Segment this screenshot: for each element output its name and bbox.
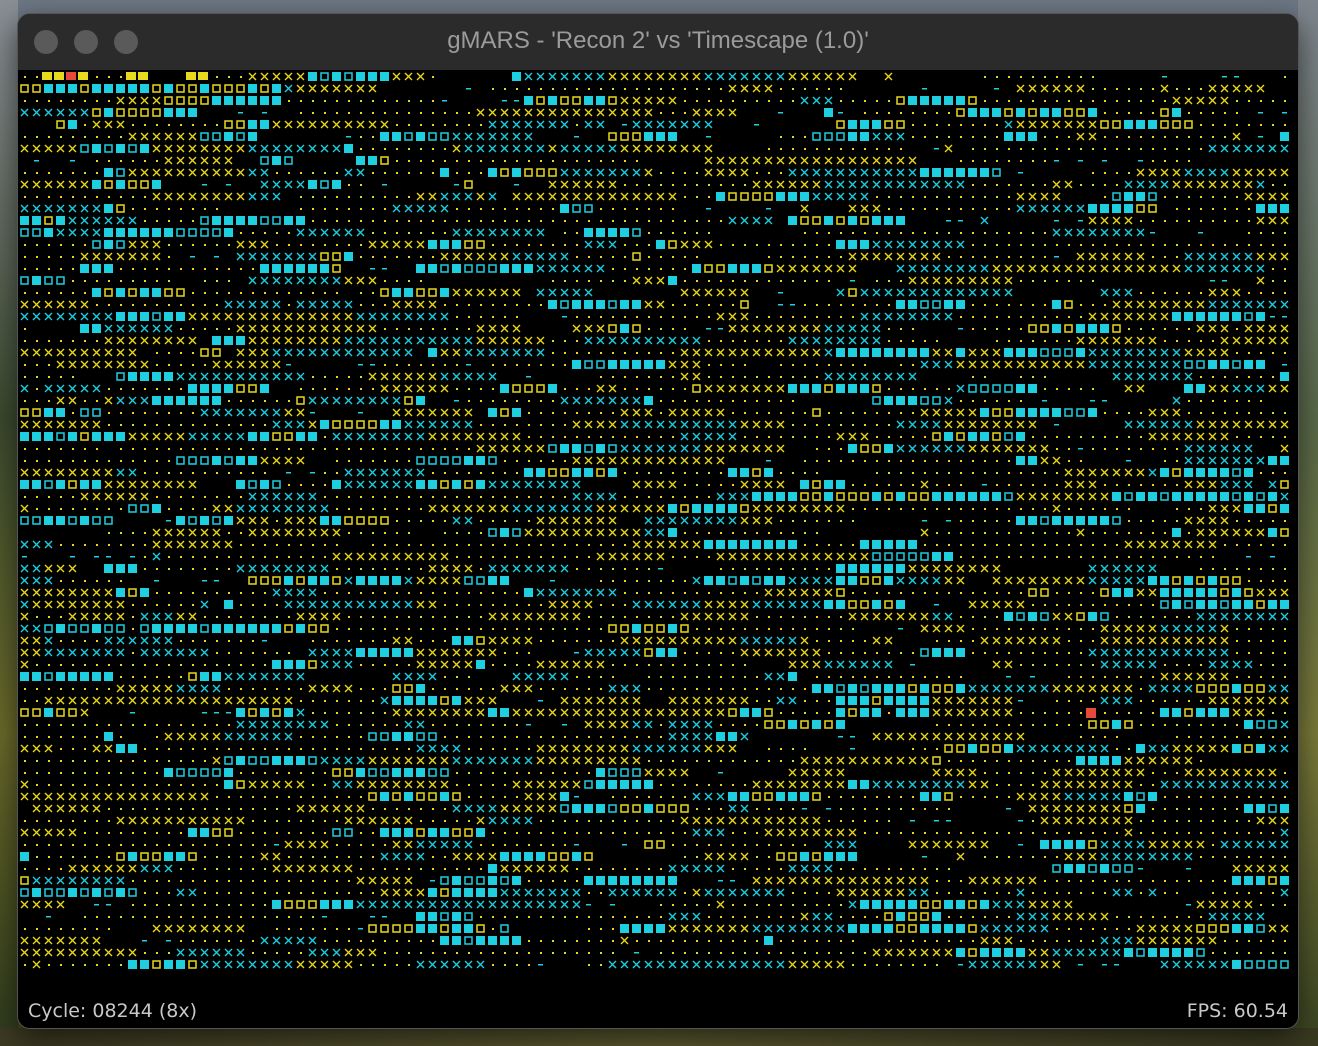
window-title: gMARS - 'Recon 2' vs 'Timescape (1.0)' <box>447 27 869 54</box>
gmars-window: gMARS - 'Recon 2' vs 'Timescape (1.0)' C… <box>18 14 1298 1028</box>
cycle-counter: Cycle: 08244 (8x) <box>28 1000 198 1022</box>
desktop-background-left <box>0 0 18 1046</box>
desktop-background-bottom <box>0 1028 1318 1046</box>
title-bar[interactable]: gMARS - 'Recon 2' vs 'Timescape (1.0)' <box>18 14 1298 71</box>
status-bar: Cycle: 08244 (8x) FPS: 60.54 <box>18 998 1298 1028</box>
core-memory-view <box>18 70 1298 998</box>
desktop-background-right <box>1298 0 1318 1046</box>
core-memory-grid <box>20 72 1289 969</box>
fps-counter: FPS: 60.54 <box>1186 1000 1288 1022</box>
